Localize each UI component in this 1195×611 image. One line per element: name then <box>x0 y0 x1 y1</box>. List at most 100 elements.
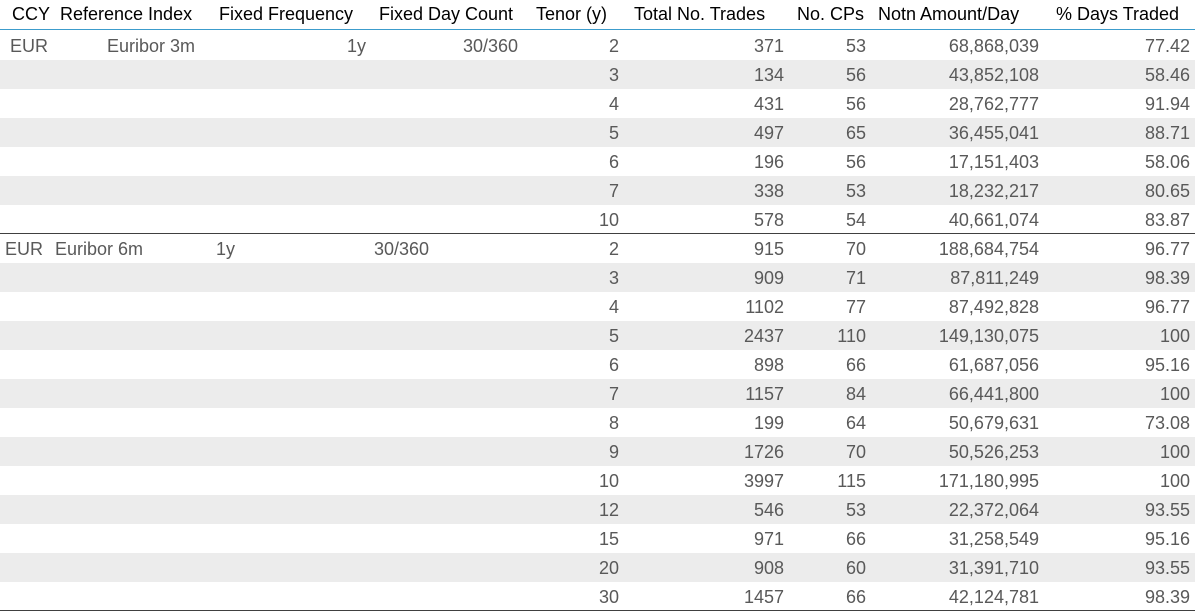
cell-counterparties: 53 <box>845 181 866 201</box>
cell-pct-days-traded: 58.46 <box>1144 65 1190 85</box>
cell-tenor: 8 <box>608 413 619 433</box>
table-row: 20 908 60 31,391,710 93.55 <box>0 553 1195 582</box>
cell-counterparties: 60 <box>845 558 866 578</box>
cell-pct-days-traded: 98.39 <box>1144 268 1190 288</box>
cell-counterparties: 84 <box>845 384 866 404</box>
cell-tenor: 3 <box>608 268 619 288</box>
cell-reference-index: Euribor 6m <box>55 239 144 259</box>
cell-total-trades: 908 <box>753 558 784 578</box>
cell-counterparties: 115 <box>837 471 866 491</box>
cell-total-trades: 578 <box>753 210 784 230</box>
header-pct-days-traded: % Days Traded <box>1056 4 1180 24</box>
cell-total-trades: 915 <box>753 239 784 259</box>
cell-notional-amount: 31,258,549 <box>948 529 1039 549</box>
cell-counterparties: 66 <box>845 529 866 549</box>
cell-total-trades: 371 <box>753 36 784 56</box>
table-row: 7 338 53 18,232,217 80.65 <box>0 176 1195 205</box>
cell-pct-days-traded: 100 <box>1159 384 1190 404</box>
cell-notional-amount: 17,151,403 <box>948 152 1039 172</box>
cell-total-trades: 196 <box>753 152 784 172</box>
header-fixed-day-count: Fixed Day Count <box>379 4 514 24</box>
cell-tenor: 6 <box>608 152 619 172</box>
cell-total-trades: 134 <box>753 65 784 85</box>
cell-total-trades: 199 <box>753 413 784 433</box>
cell-tenor: 30 <box>598 587 619 607</box>
cell-notional-amount: 31,391,710 <box>948 558 1039 578</box>
header-tenor: Tenor (y) <box>536 4 608 24</box>
cell-counterparties: 66 <box>845 355 866 375</box>
cell-notional-amount: 87,492,828 <box>948 297 1039 317</box>
cell-pct-days-traded: 58.06 <box>1144 152 1190 172</box>
cell-tenor: 20 <box>598 558 619 578</box>
cell-ccy: EUR <box>10 36 49 56</box>
cell-counterparties: 71 <box>845 268 866 288</box>
cell-pct-days-traded: 96.77 <box>1144 239 1190 259</box>
cell-tenor: 2 <box>608 36 619 56</box>
cell-fixed-day-count: 30/360 <box>374 239 430 259</box>
cell-counterparties: 56 <box>845 152 866 172</box>
cell-pct-days-traded: 95.16 <box>1144 355 1190 375</box>
cell-fixed-day-count: 30/360 <box>463 36 519 56</box>
cell-counterparties: 110 <box>837 326 866 346</box>
header-notional-amount: Notn Amount/Day <box>878 4 1020 24</box>
cell-tenor: 2 <box>608 239 619 259</box>
table-row: 15 971 66 31,258,549 95.16 <box>0 524 1195 553</box>
table-row: 9 1726 70 50,526,253 100 <box>0 437 1195 466</box>
table-row: 6 196 56 17,151,403 58.06 <box>0 147 1195 176</box>
cell-total-trades: 898 <box>753 355 784 375</box>
cell-pct-days-traded: 95.16 <box>1144 529 1190 549</box>
cell-tenor: 7 <box>608 384 619 404</box>
table-row: 4 431 56 28,762,777 91.94 <box>0 89 1195 118</box>
cell-total-trades: 546 <box>753 500 784 520</box>
cell-tenor: 7 <box>608 181 619 201</box>
cell-notional-amount: 43,852,108 <box>948 65 1039 85</box>
group-euribor-3m: EUR Euribor 3m 1y 30/360 2 371 53 68,868,039 77.… <box>0 31 1195 234</box>
cell-pct-days-traded: 100 <box>1159 442 1190 462</box>
cell-notional-amount: 40,661,074 <box>948 210 1039 230</box>
cell-counterparties: 54 <box>845 210 866 230</box>
cell-notional-amount: 42,124,781 <box>948 587 1039 607</box>
cell-total-trades: 3997 <box>743 471 784 491</box>
cell-counterparties: 53 <box>845 36 866 56</box>
header-fixed-frequency: Fixed Frequency <box>219 4 354 24</box>
table-row: 8 199 64 50,679,631 73.08 <box>0 408 1195 437</box>
cell-total-trades: 497 <box>753 123 784 143</box>
cell-fixed-frequency: 1y <box>216 239 236 259</box>
cell-notional-amount: 28,762,777 <box>948 94 1039 114</box>
table-row: 5 2437 110 149,130,075 100 <box>0 321 1195 350</box>
table-row: 10 578 54 40,661,074 83.87 <box>0 205 1195 234</box>
cell-total-trades: 2437 <box>743 326 784 346</box>
cell-tenor: 6 <box>608 355 619 375</box>
group-euribor-6m: EUR Euribor 6m 1y 30/360 2 915 70 188,684,754 96… <box>0 234 1195 611</box>
table-header: CCY Reference Index Fixed Frequency Fixe… <box>0 0 1195 30</box>
cell-pct-days-traded: 80.65 <box>1144 181 1190 201</box>
cell-counterparties: 53 <box>845 500 866 520</box>
cell-pct-days-traded: 100 <box>1159 326 1190 346</box>
cell-total-trades: 1157 <box>745 384 784 404</box>
table-row: 10 3997 115 171,180,995 100 <box>0 466 1195 495</box>
cell-fixed-frequency: 1y <box>347 36 367 56</box>
cell-notional-amount: 87,811,249 <box>950 268 1039 288</box>
header-reference-index: Reference Index <box>60 4 193 24</box>
table-row: 7 1157 84 66,441,800 100 <box>0 379 1195 408</box>
cell-pct-days-traded: 100 <box>1159 471 1190 491</box>
cell-reference-index: Euribor 3m <box>107 36 196 56</box>
cell-notional-amount: 50,679,631 <box>948 413 1039 433</box>
cell-counterparties: 64 <box>845 413 866 433</box>
cell-counterparties: 56 <box>845 65 866 85</box>
cell-total-trades: 431 <box>753 94 784 114</box>
trade-statistics-table: CCY Reference Index Fixed Frequency Fixe… <box>0 0 1195 611</box>
cell-tenor: 10 <box>598 471 619 491</box>
cell-notional-amount: 171,180,995 <box>938 471 1039 491</box>
cell-tenor: 4 <box>608 297 619 317</box>
table-row: 3 134 56 43,852,108 58.46 <box>0 60 1195 89</box>
cell-total-trades: 1102 <box>745 297 784 317</box>
cell-tenor: 4 <box>608 94 619 114</box>
cell-total-trades: 909 <box>753 268 784 288</box>
header-total-trades: Total No. Trades <box>634 4 766 24</box>
cell-counterparties: 66 <box>845 587 866 607</box>
cell-counterparties: 65 <box>845 123 866 143</box>
header-counterparties: No. CPs <box>797 4 865 24</box>
cell-counterparties: 70 <box>845 442 866 462</box>
cell-tenor: 15 <box>598 529 619 549</box>
